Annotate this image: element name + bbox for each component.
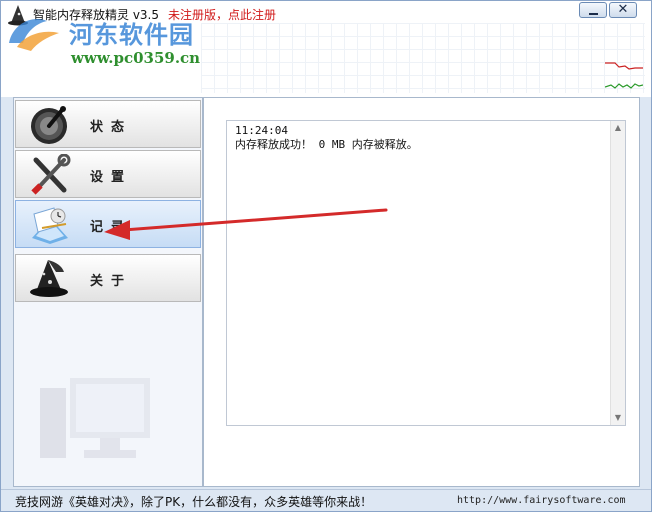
sidebar-item-status[interactable]: 状态 xyxy=(15,100,201,148)
memory-usage-graph xyxy=(605,62,643,89)
status-url[interactable]: http://www.fairysoftware.com xyxy=(457,495,626,506)
close-icon: ✕ xyxy=(617,2,629,17)
scroll-up-icon[interactable]: ▲ xyxy=(611,121,625,135)
sidebar-item-label: 设置 xyxy=(90,170,133,185)
app-window: 智能内存释放精灵 v3.5 未注册版，点此注册 ✕ 河东软件园 www.pc03… xyxy=(0,0,652,512)
log-book-icon xyxy=(32,207,68,244)
sidebar-nav: 状态 设置 记录 关于 xyxy=(13,97,203,487)
gauge-icon xyxy=(31,106,67,144)
sidebar-item-settings[interactable]: 设置 xyxy=(15,150,201,198)
minimize-button[interactable] xyxy=(579,2,607,18)
sidebar-item-log[interactable]: 记录 xyxy=(15,200,201,248)
content-panel: 11:24:04 内存释放成功！ 0 MB 内存被释放。 ▲ ▼ xyxy=(203,97,640,487)
log-scrollbar[interactable]: ▲ ▼ xyxy=(610,121,625,425)
memory-grid xyxy=(201,23,645,93)
log-entry-message: 内存释放成功！ 0 MB 内存被释放。 xyxy=(235,138,418,151)
sidebar-item-about[interactable]: 关于 xyxy=(15,254,201,302)
header: 智能内存释放精灵 v3.5 未注册版，点此注册 ✕ 河东软件园 www.pc03… xyxy=(1,1,651,97)
status-bar: 竞技网游《英雄对决》，除了PK，什么都没有，众多英雄等你来战！ http://w… xyxy=(1,489,651,511)
computer-watermark-icon xyxy=(40,378,150,458)
minimize-icon xyxy=(589,13,598,15)
tools-icon xyxy=(31,154,71,195)
close-button[interactable]: ✕ xyxy=(609,2,637,18)
status-ad-text[interactable]: 竞技网游《英雄对决》，除了PK，什么都没有，众多英雄等你来战！ xyxy=(15,493,372,510)
sidebar-item-label: 记录 xyxy=(90,220,133,235)
watermark-logo-icon xyxy=(9,19,59,51)
log-textarea[interactable]: 11:24:04 内存释放成功！ 0 MB 内存被释放。 ▲ ▼ xyxy=(226,120,626,426)
watermark-title: 河东软件园 xyxy=(69,20,194,49)
scroll-down-icon[interactable]: ▼ xyxy=(611,411,625,425)
sidebar-item-label: 状态 xyxy=(90,120,133,135)
wizard-hat-icon xyxy=(30,260,68,297)
sidebar-item-label: 关于 xyxy=(90,274,133,289)
watermark-url: www.pc0359.cn xyxy=(71,49,201,67)
